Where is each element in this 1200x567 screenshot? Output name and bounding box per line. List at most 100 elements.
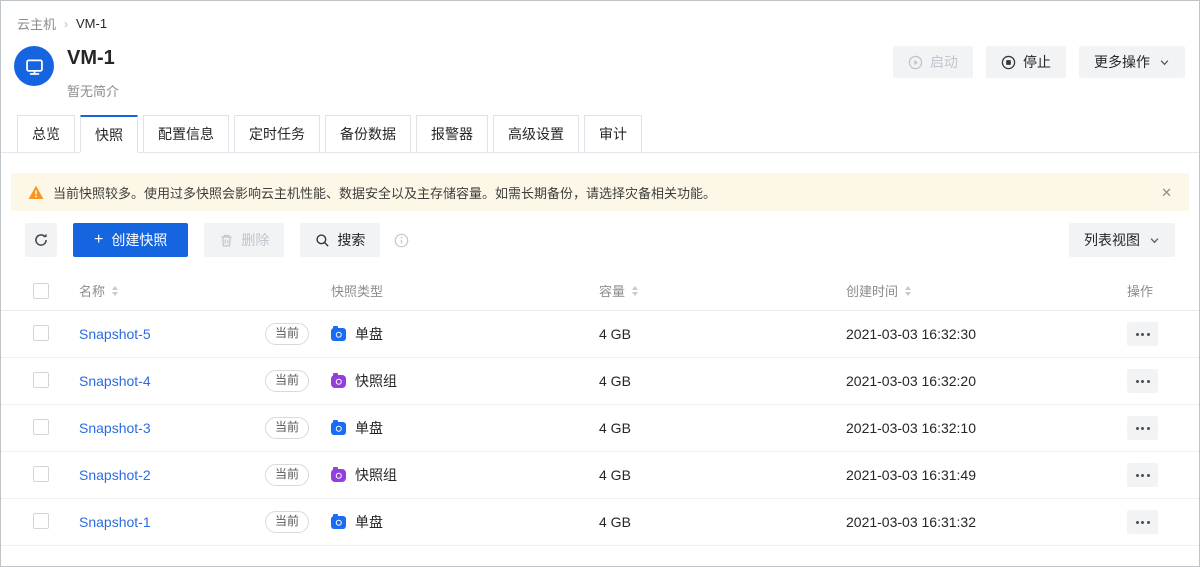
table-row: Snapshot-3 当前 单盘 4 GB 2021-03-03 16:32:1… xyxy=(1,405,1199,452)
search-button[interactable]: 搜索 xyxy=(300,223,380,257)
snapshot-name-link[interactable]: Snapshot-4 xyxy=(79,373,151,389)
row-actions-button[interactable] xyxy=(1127,322,1158,346)
row-checkbox[interactable] xyxy=(33,419,49,435)
capacity-value: 4 GB xyxy=(599,420,846,436)
monitor-icon xyxy=(24,56,45,77)
page-title: VM-1 xyxy=(67,47,119,69)
snapshot-type-icon xyxy=(331,422,346,435)
snapshot-type-label: 单盘 xyxy=(355,418,383,438)
start-button[interactable]: 启动 xyxy=(893,46,973,78)
tab-configuration[interactable]: 配置信息 xyxy=(143,115,229,153)
chevron-down-icon xyxy=(1159,57,1170,68)
stop-circle-icon xyxy=(1001,55,1016,70)
info-icon[interactable] xyxy=(394,233,409,248)
snapshot-name-link[interactable]: Snapshot-3 xyxy=(79,420,151,436)
create-snapshot-label: 创建快照 xyxy=(111,230,167,250)
breadcrumb-current: VM-1 xyxy=(76,16,107,31)
tab-backup-data[interactable]: 备份数据 xyxy=(325,115,411,153)
delete-button[interactable]: 删除 xyxy=(204,223,284,257)
select-all-checkbox[interactable] xyxy=(33,283,49,299)
snapshot-type-icon xyxy=(331,469,346,482)
page-subtitle: 暂无简介 xyxy=(67,81,119,100)
snapshot-table: 名称 快照类型 容量 创建时间 操作 Snapshot-5 当前 xyxy=(1,271,1199,546)
row-actions-button[interactable] xyxy=(1127,510,1158,534)
vm-avatar xyxy=(14,46,54,86)
tab-snapshots[interactable]: 快照 xyxy=(80,115,138,153)
tab-advanced-settings[interactable]: 高级设置 xyxy=(493,115,579,153)
table-row: Snapshot-4 当前 快照组 4 GB 2021-03-03 16:32:… xyxy=(1,358,1199,405)
search-icon xyxy=(315,233,330,248)
column-header-actions: 操作 xyxy=(1127,281,1153,300)
breadcrumb-parent-link[interactable]: 云主机 xyxy=(17,14,56,33)
snapshot-type-icon xyxy=(331,328,346,341)
snapshot-type-label: 单盘 xyxy=(355,324,383,344)
table-header: 名称 快照类型 容量 创建时间 操作 xyxy=(1,271,1199,311)
created-time-value: 2021-03-03 16:32:30 xyxy=(846,326,1127,342)
snapshot-toolbar: + 创建快照 删除 搜索 列表视图 xyxy=(25,223,1175,257)
warning-icon xyxy=(28,185,44,200)
current-badge: 当前 xyxy=(265,370,309,392)
play-circle-icon xyxy=(908,55,923,70)
row-actions-button[interactable] xyxy=(1127,416,1158,440)
column-header-capacity: 容量 xyxy=(599,281,625,300)
refresh-button[interactable] xyxy=(25,223,57,257)
snapshot-type-label: 快照组 xyxy=(355,371,397,391)
row-checkbox[interactable] xyxy=(33,466,49,482)
capacity-value: 4 GB xyxy=(599,467,846,483)
view-switch-button[interactable]: 列表视图 xyxy=(1069,223,1175,257)
current-badge: 当前 xyxy=(265,417,309,439)
delete-label: 删除 xyxy=(241,230,269,250)
tab-alarms[interactable]: 报警器 xyxy=(416,115,488,153)
start-button-label: 启动 xyxy=(930,52,958,72)
created-time-value: 2021-03-03 16:32:20 xyxy=(846,373,1127,389)
snapshot-type-icon xyxy=(331,375,346,388)
table-row: Snapshot-5 当前 单盘 4 GB 2021-03-03 16:32:3… xyxy=(1,311,1199,358)
current-badge: 当前 xyxy=(265,511,309,533)
snapshot-name-link[interactable]: Snapshot-5 xyxy=(79,326,151,342)
refresh-icon xyxy=(33,232,49,248)
capacity-value: 4 GB xyxy=(599,373,846,389)
tab-overview[interactable]: 总览 xyxy=(17,115,75,153)
snapshot-type-icon xyxy=(331,516,346,529)
snapshot-name-link[interactable]: Snapshot-1 xyxy=(79,514,151,530)
snapshot-type-label: 快照组 xyxy=(355,465,397,485)
search-label: 搜索 xyxy=(337,230,365,250)
row-actions-button[interactable] xyxy=(1127,369,1158,393)
snapshot-name-link[interactable]: Snapshot-2 xyxy=(79,467,151,483)
plus-icon: + xyxy=(94,232,103,248)
row-checkbox[interactable] xyxy=(33,325,49,341)
created-time-value: 2021-03-03 16:32:10 xyxy=(846,420,1127,436)
view-switch-label: 列表视图 xyxy=(1084,230,1140,250)
row-checkbox[interactable] xyxy=(33,372,49,388)
breadcrumb: 云主机 › VM-1 xyxy=(1,1,1199,33)
close-icon[interactable]: ✕ xyxy=(1161,186,1172,199)
capacity-value: 4 GB xyxy=(599,514,846,530)
row-actions-button[interactable] xyxy=(1127,463,1158,487)
chevron-down-icon xyxy=(1149,235,1160,246)
column-header-name: 名称 xyxy=(79,281,105,300)
create-snapshot-button[interactable]: + 创建快照 xyxy=(73,223,188,257)
column-header-type: 快照类型 xyxy=(331,281,383,300)
more-actions-button[interactable]: 更多操作 xyxy=(1079,46,1185,78)
tab-audit[interactable]: 审计 xyxy=(584,115,642,153)
column-header-created: 创建时间 xyxy=(846,281,898,300)
tab-scheduled-tasks[interactable]: 定时任务 xyxy=(234,115,320,153)
sort-icon[interactable] xyxy=(905,286,911,296)
tab-bar: 总览 快照 配置信息 定时任务 备份数据 报警器 高级设置 审计 xyxy=(1,115,1199,153)
stop-button[interactable]: 停止 xyxy=(986,46,1066,78)
current-badge: 当前 xyxy=(265,323,309,345)
trash-icon xyxy=(219,233,234,248)
warning-text: 当前快照较多。使用过多快照会影响云主机性能、数据安全以及主存储容量。如需长期备份… xyxy=(53,183,716,202)
warning-banner: 当前快照较多。使用过多快照会影响云主机性能、数据安全以及主存储容量。如需长期备份… xyxy=(11,173,1189,211)
created-time-value: 2021-03-03 16:31:49 xyxy=(846,467,1127,483)
capacity-value: 4 GB xyxy=(599,326,846,342)
row-checkbox[interactable] xyxy=(33,513,49,529)
breadcrumb-separator: › xyxy=(64,17,68,31)
current-badge: 当前 xyxy=(265,464,309,486)
sort-icon[interactable] xyxy=(112,286,118,296)
sort-icon[interactable] xyxy=(632,286,638,296)
vm-detail-page: 云主机 › VM-1 VM-1 暂无简介 启动 停止 xyxy=(0,0,1200,567)
table-row: Snapshot-1 当前 单盘 4 GB 2021-03-03 16:31:3… xyxy=(1,499,1199,546)
page-header: VM-1 暂无简介 启动 停止 更多操作 xyxy=(1,33,1199,100)
snapshot-type-label: 单盘 xyxy=(355,512,383,532)
